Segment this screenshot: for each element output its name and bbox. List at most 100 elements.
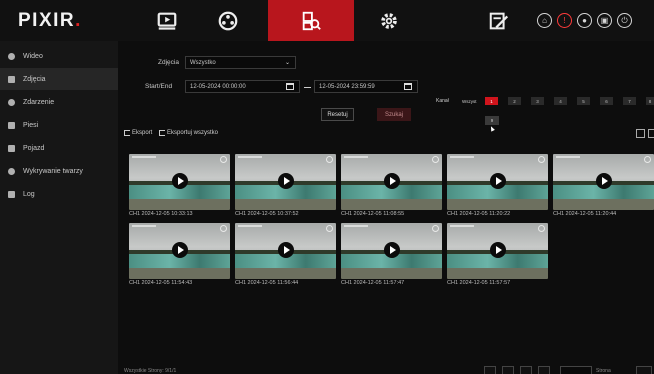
sidebar-item-pedestrians[interactable]: Piesi bbox=[0, 114, 118, 136]
prev-page-button[interactable] bbox=[502, 366, 514, 374]
time-range-label: Start/End bbox=[145, 83, 173, 90]
lock-icon[interactable]: ⌂ bbox=[537, 13, 552, 28]
reset-button[interactable]: Resetuj bbox=[321, 108, 354, 121]
snapshot-thumbnail[interactable] bbox=[129, 223, 230, 279]
save-icon[interactable]: ▣ bbox=[597, 13, 612, 28]
search-button[interactable]: Szukaj bbox=[377, 108, 411, 121]
snapshot-caption: CH1 2024-12-05 11:20:44 bbox=[553, 211, 617, 217]
sidebar-item-vehicle[interactable]: Pojazd bbox=[0, 137, 118, 159]
snapshot-caption: CH1 2024-12-05 11:54:43 bbox=[129, 280, 193, 286]
play-icon[interactable] bbox=[384, 173, 400, 189]
grid-view-icon[interactable] bbox=[636, 129, 645, 138]
osd-timestamp bbox=[450, 156, 474, 158]
log-icon bbox=[8, 190, 15, 198]
select-checkbox[interactable] bbox=[326, 225, 333, 232]
channel-5-button[interactable]: 5 bbox=[577, 97, 590, 105]
export-all-button[interactable]: Eksportuj wszystko bbox=[159, 130, 218, 136]
osd-timestamp bbox=[132, 225, 156, 227]
select-checkbox[interactable] bbox=[538, 225, 545, 232]
nav-tab-network[interactable] bbox=[185, 0, 271, 41]
osd-timestamp bbox=[344, 156, 368, 158]
sidebar-item-label: Piesi bbox=[23, 121, 39, 129]
last-page-button[interactable] bbox=[538, 366, 550, 374]
play-icon[interactable] bbox=[384, 242, 400, 258]
play-icon[interactable] bbox=[172, 242, 188, 258]
select-checkbox[interactable] bbox=[538, 156, 545, 163]
sidebar-item-face-detection[interactable]: Wykrywanie twarzy bbox=[0, 160, 118, 182]
start-datetime-field[interactable]: 12-05-2024 00:00:00 bbox=[185, 80, 300, 93]
sidebar-item-log[interactable]: Log bbox=[0, 183, 118, 205]
sidebar-item-photos[interactable]: Zdjęcia bbox=[0, 68, 118, 90]
alert-icon[interactable]: ! bbox=[557, 13, 572, 28]
sidebar-item-video[interactable]: Wideo bbox=[0, 45, 118, 67]
sidebar-item-label: Zdarzenie bbox=[23, 98, 55, 106]
nav-tab-search-media[interactable] bbox=[268, 0, 354, 41]
play-icon[interactable] bbox=[490, 173, 506, 189]
first-page-button[interactable] bbox=[484, 366, 496, 374]
export-button[interactable]: Eksport bbox=[124, 130, 152, 136]
play-icon[interactable] bbox=[172, 173, 188, 189]
channel-all-checkbox[interactable]: Wszyst bbox=[462, 99, 477, 104]
snapshot-caption: CH1 2024-12-05 10:33:13 bbox=[129, 211, 193, 217]
sidebar-item-event[interactable]: Zdarzenie bbox=[0, 91, 118, 113]
select-checkbox[interactable] bbox=[220, 225, 227, 232]
end-datetime-field[interactable]: 12-05-2024 23:59:59 bbox=[314, 80, 418, 93]
play-icon[interactable] bbox=[278, 173, 294, 189]
snapshot-thumbnail[interactable] bbox=[235, 154, 336, 210]
select-checkbox[interactable] bbox=[220, 156, 227, 163]
channel-3-button[interactable]: 3 bbox=[531, 97, 544, 105]
channel-2-button[interactable]: 2 bbox=[508, 97, 521, 105]
sidebar-item-label: Wykrywanie twarzy bbox=[23, 167, 83, 175]
snapshot-caption: CH1 2024-12-05 11:08:55 bbox=[341, 211, 405, 217]
channel-6-button[interactable]: 6 bbox=[600, 97, 613, 105]
chevron-down-icon: ⌄ bbox=[284, 60, 290, 66]
snapshot-thumbnail[interactable] bbox=[553, 154, 654, 210]
channel-label: Kanał bbox=[436, 98, 449, 104]
osd-timestamp bbox=[238, 156, 262, 158]
event-icon bbox=[8, 98, 15, 106]
pedestrian-icon bbox=[8, 121, 15, 129]
snapshot-thumbnail[interactable] bbox=[341, 154, 442, 210]
snapshot-thumbnail[interactable] bbox=[447, 154, 548, 210]
snapshot-thumbnail[interactable] bbox=[235, 223, 336, 279]
snapshot-thumbnail[interactable] bbox=[447, 223, 548, 279]
sidebar-item-label: Wideo bbox=[23, 52, 43, 60]
power-icon[interactable]: ⏻ bbox=[617, 13, 632, 28]
list-view-icon[interactable] bbox=[648, 129, 654, 138]
range-separator bbox=[304, 87, 311, 88]
type-select[interactable]: Wszystko ⌄ bbox=[185, 56, 296, 69]
nav-tab-edit[interactable] bbox=[456, 0, 542, 41]
settings-gear-icon bbox=[381, 12, 397, 29]
edit-sign-icon bbox=[489, 12, 509, 29]
snapshot-thumbnail[interactable] bbox=[129, 154, 230, 210]
snapshot-caption: CH1 2024-12-05 10:37:52 bbox=[235, 211, 299, 217]
select-checkbox[interactable] bbox=[644, 156, 651, 163]
play-icon[interactable] bbox=[278, 242, 294, 258]
calendar-icon[interactable] bbox=[404, 83, 412, 90]
channel-1-button[interactable]: 1 bbox=[485, 97, 498, 105]
results-summary: Wszystkie Strony: 9/1/1 bbox=[124, 368, 177, 374]
next-page-button[interactable] bbox=[520, 366, 532, 374]
page-number-input[interactable] bbox=[560, 366, 592, 374]
channel-7-button[interactable]: 7 bbox=[623, 97, 636, 105]
select-checkbox[interactable] bbox=[432, 156, 439, 163]
play-icon[interactable] bbox=[596, 173, 612, 189]
snapshot-thumbnail[interactable] bbox=[341, 223, 442, 279]
start-datetime-value: 12-05-2024 00:00:00 bbox=[190, 83, 246, 90]
calendar-icon[interactable] bbox=[286, 83, 294, 90]
osd-timestamp bbox=[450, 225, 474, 227]
user-icon[interactable]: ● bbox=[577, 13, 592, 28]
play-icon[interactable] bbox=[490, 242, 506, 258]
channel-9-button[interactable]: 9 bbox=[485, 116, 499, 125]
select-checkbox[interactable] bbox=[326, 156, 333, 163]
snapshot-caption: CH1 2024-12-05 11:56:44 bbox=[235, 280, 299, 286]
select-checkbox[interactable] bbox=[432, 225, 439, 232]
search-media-icon bbox=[302, 11, 321, 30]
channel-4-button[interactable]: 4 bbox=[554, 97, 567, 105]
channel-8-button[interactable]: 8 bbox=[646, 97, 654, 105]
end-datetime-value: 12-05-2024 23:59:59 bbox=[319, 83, 375, 90]
go-page-button[interactable] bbox=[636, 366, 652, 374]
sidebar: Wideo Zdjęcia Zdarzenie Piesi Pojazd Wyk… bbox=[0, 41, 118, 374]
nav-tab-settings[interactable] bbox=[346, 0, 432, 41]
car-icon bbox=[8, 144, 15, 152]
